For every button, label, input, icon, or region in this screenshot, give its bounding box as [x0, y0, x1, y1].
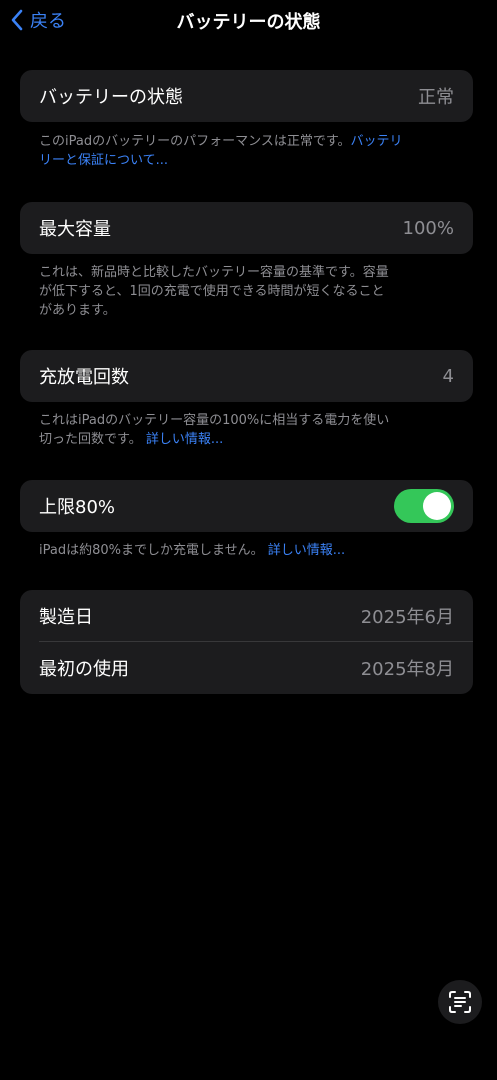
- charge-limit-more-info-link[interactable]: 詳しい情報...: [268, 543, 345, 558]
- battery-health-footer: このiPadのバッテリーのパフォーマンスは正常です。バッテリ リーと保証について…: [39, 132, 459, 170]
- cycle-count-card: 充放電回数 4: [20, 350, 473, 402]
- cycle-count-footer-line2: 切った回数です。: [39, 432, 142, 447]
- charge-limit-label: 上限80%: [39, 497, 116, 518]
- page-title: バッテリーの状態: [176, 12, 321, 33]
- max-capacity-footer-line1: これは、新品時と比較したバッテリー容量の基準です。容量: [39, 265, 389, 280]
- max-capacity-row: 最大容量 100%: [20, 202, 473, 254]
- battery-health-value: 正常: [418, 87, 454, 108]
- charge-limit-row: 上限80%: [20, 480, 473, 532]
- battery-health-label: バッテリーの状態: [39, 87, 183, 108]
- cycle-count-footer: これはiPadのバッテリー容量の100%に相当する電力を使い 切った回数です。 …: [39, 411, 459, 449]
- charge-limit-toggle[interactable]: [394, 489, 454, 523]
- manufacture-date-value: 2025年6月: [360, 607, 454, 628]
- first-use-label: 最初の使用: [39, 659, 129, 680]
- battery-warranty-link-continued[interactable]: リーと保証について...: [39, 153, 168, 168]
- cycle-count-row: 充放電回数 4: [20, 350, 473, 402]
- max-capacity-footer-line2: が低下すると、1回の充電で使用できる時間が短くなること: [39, 284, 385, 299]
- battery-warranty-link[interactable]: バッテリ: [351, 134, 403, 149]
- cycle-count-label: 充放電回数: [39, 367, 129, 388]
- manufacture-date-label: 製造日: [39, 607, 93, 628]
- navigation-bar: 戻る バッテリーの状態: [0, 0, 497, 40]
- charge-limit-footer-text: iPadは約80%までしか充電しません。: [39, 543, 264, 558]
- max-capacity-value: 100%: [402, 217, 454, 239]
- battery-health-footer-text: このiPadのバッテリーのパフォーマンスは正常です。: [39, 134, 351, 149]
- manufacture-date-row: 製造日 2025年6月: [20, 590, 473, 642]
- cycle-count-value: 4: [442, 365, 454, 387]
- battery-health-row: バッテリーの状態 正常: [20, 70, 473, 122]
- charge-limit-footer: iPadは約80%までしか充電しません。 詳しい情報...: [39, 541, 459, 560]
- dates-card: 製造日 2025年6月 最初の使用 2025年8月: [20, 590, 473, 694]
- cycle-count-more-info-link[interactable]: 詳しい情報...: [146, 432, 223, 447]
- cycle-count-footer-line1: これはiPadのバッテリー容量の100%に相当する電力を使い: [39, 413, 390, 428]
- max-capacity-footer-line3: があります。: [39, 303, 116, 318]
- max-capacity-label: 最大容量: [39, 219, 111, 240]
- first-use-value: 2025年8月: [360, 659, 454, 680]
- max-capacity-card: 最大容量 100%: [20, 202, 473, 254]
- first-use-row: 最初の使用 2025年8月: [20, 642, 473, 694]
- max-capacity-footer: これは、新品時と比較したバッテリー容量の基準です。容量 が低下すると、1回の充電…: [39, 263, 459, 320]
- battery-health-card: バッテリーの状態 正常: [20, 70, 473, 122]
- charge-limit-card: 上限80%: [20, 480, 473, 532]
- toggle-knob: [423, 492, 451, 520]
- text-scan-button[interactable]: [438, 980, 482, 1024]
- text-scan-icon: [449, 991, 471, 1013]
